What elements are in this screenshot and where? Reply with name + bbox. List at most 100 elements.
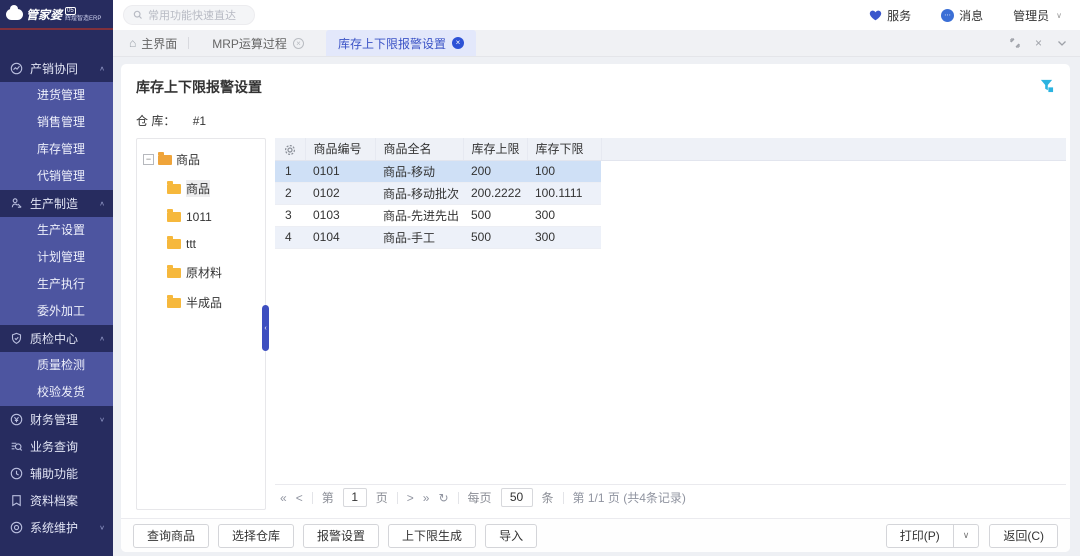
- query-goods-button[interactable]: 查询商品: [133, 524, 209, 548]
- column-header-lower[interactable]: 库存下限: [527, 138, 601, 160]
- table-header-row: 商品编号 商品全名 库存上限 库存下限: [275, 138, 1066, 160]
- sidebar-group-chanxiaoxietong[interactable]: 产销协同 ∧: [0, 55, 113, 82]
- page-number-input[interactable]: 1: [343, 488, 367, 507]
- tree-item-yuancailiao[interactable]: 原材料: [167, 264, 259, 281]
- alarm-settings-button[interactable]: 报警设置: [303, 524, 379, 548]
- chevron-up-icon: ∧: [99, 65, 105, 72]
- close-icon[interactable]: ×: [293, 38, 304, 49]
- import-button[interactable]: 导入: [485, 524, 537, 548]
- sidebar-group-ziliaodangan[interactable]: 资料档案: [0, 487, 113, 514]
- sidebar-item-zhiliangjiance[interactable]: 质量检测: [0, 352, 113, 379]
- sidebar-item-shengchanzhixing[interactable]: 生产执行: [0, 271, 113, 298]
- print-dropdown-button[interactable]: ∨: [953, 524, 980, 548]
- panel-collapse-handle[interactable]: ‹: [262, 305, 269, 351]
- sidebar-group-label: 资料档案: [30, 492, 78, 509]
- pagination-bar: « < 第 1 页 > » ↻ 每页 50: [275, 484, 1066, 510]
- table-row[interactable]: 4 0104 商品-手工 500 300: [275, 226, 1066, 248]
- tree-item-1011[interactable]: 1011: [167, 210, 259, 224]
- finance-icon: [9, 413, 23, 427]
- message-button[interactable]: ⋯ 消息: [941, 7, 983, 24]
- table-row[interactable]: 1 0101 商品-移动 200 100: [275, 160, 1066, 182]
- brand-logo: 管家婆 05 辉煌智造ERP: [0, 0, 113, 30]
- sidebar-item-jiaoyanfahuo[interactable]: 校验发货: [0, 379, 113, 406]
- page-title: 库存上下限报警设置: [136, 77, 262, 97]
- print-button[interactable]: 打印(P): [886, 524, 954, 548]
- sidebar-subgroup: 进货管理 销售管理 库存管理 代销管理: [0, 82, 113, 190]
- sidebar-item-jihuaguanli[interactable]: 计划管理: [0, 244, 113, 271]
- first-page-button[interactable]: «: [280, 491, 287, 505]
- sidebar-group-zhijianzhongxin[interactable]: 质检中心 ∧: [0, 325, 113, 352]
- tree-item-shangpin[interactable]: 商品: [167, 180, 259, 197]
- restore-icon[interactable]: [1010, 38, 1020, 48]
- sidebar-group-fuzhugongneng[interactable]: 辅助功能: [0, 460, 113, 487]
- message-icon: ⋯: [941, 9, 954, 22]
- prev-page-button[interactable]: <: [296, 491, 303, 505]
- per-page-input[interactable]: 50: [501, 488, 533, 507]
- sidebar-item-xiaoshouguanli[interactable]: 销售管理: [0, 109, 113, 136]
- sidebar-item-daixiaoguanli[interactable]: 代销管理: [0, 163, 113, 190]
- gear-icon: [284, 142, 296, 156]
- heart-icon: [869, 9, 882, 22]
- sidebar-group-shengchanzhizao[interactable]: 生产制造 ∧: [0, 190, 113, 217]
- sidebar-group-yewuchaxun[interactable]: 业务查询: [0, 433, 113, 460]
- tree-root-node[interactable]: − 商品: [143, 151, 259, 168]
- sidebar-group-label: 财务管理: [30, 411, 78, 428]
- next-page-button[interactable]: >: [407, 491, 414, 505]
- folder-icon: [167, 239, 181, 249]
- column-header-upper[interactable]: 库存上限: [463, 138, 527, 160]
- tab-mrp[interactable]: MRP运算过程 ×: [200, 30, 316, 56]
- service-button[interactable]: 服务: [869, 7, 911, 24]
- close-icon[interactable]: ×: [452, 37, 464, 49]
- table-row[interactable]: 3 0103 商品-先进先出 500 300: [275, 204, 1066, 226]
- tree-collapse-icon[interactable]: −: [143, 154, 154, 165]
- sidebar-item-weiwaijiagong[interactable]: 委外加工: [0, 298, 113, 325]
- sidebar-subgroup: 质量检测 校验发货: [0, 352, 113, 406]
- content-area: 库存上下限报警设置 仓 库： #1 − 商品: [113, 57, 1080, 556]
- brand-name: 管家婆: [26, 6, 62, 23]
- generate-limits-button[interactable]: 上下限生成: [388, 524, 476, 548]
- tab-separator: [188, 37, 189, 49]
- quick-search-input[interactable]: 常用功能快速直达: [123, 5, 255, 25]
- archive-icon: [9, 494, 23, 508]
- select-warehouse-button[interactable]: 选择仓库: [218, 524, 294, 548]
- chevron-left-icon: ‹: [264, 325, 266, 332]
- chevron-down-icon: ∨: [1056, 11, 1062, 20]
- sidebar-group-label: 质检中心: [30, 330, 78, 347]
- warehouse-value: #1: [193, 114, 206, 128]
- sidebar-item-jinhuoguanli[interactable]: 进货管理: [0, 82, 113, 109]
- table-row[interactable]: 2 0102 商品-移动批次 200.2222 100.1111: [275, 182, 1066, 204]
- chevron-down-icon[interactable]: [1057, 38, 1067, 48]
- version-badge: 05: [65, 7, 76, 15]
- header-filler: [601, 138, 1066, 160]
- tree-item-ttt[interactable]: ttt: [167, 237, 259, 251]
- filter-funnel-icon[interactable]: [1039, 78, 1054, 96]
- sidebar-group-label: 辅助功能: [30, 465, 78, 482]
- sidebar-item-shengchanshezhi[interactable]: 生产设置: [0, 217, 113, 244]
- column-settings-button[interactable]: [275, 138, 305, 160]
- chevron-up-icon: ∧: [99, 335, 105, 342]
- column-header-name[interactable]: 商品全名: [375, 138, 463, 160]
- worker-icon: [9, 197, 23, 211]
- sidebar-nav: 产销协同 ∧ 进货管理 销售管理 库存管理 代销管理 生产制造 ∧ 生产设置 计…: [0, 30, 113, 541]
- folder-icon: [167, 298, 181, 308]
- back-button[interactable]: 返回(C): [989, 524, 1058, 548]
- column-header-code[interactable]: 商品编号: [305, 138, 375, 160]
- sidebar-group-caiwuguanli[interactable]: 财务管理 ∨: [0, 406, 113, 433]
- sidebar-group-label: 业务查询: [30, 438, 78, 455]
- per-page-unit: 条: [542, 489, 554, 506]
- refresh-icon[interactable]: ↻: [438, 491, 448, 505]
- user-menu[interactable]: 管理员 ∨: [1013, 7, 1062, 24]
- sidebar-group-xitongweihu[interactable]: 系统维护 ∨: [0, 514, 113, 541]
- chevron-down-icon: ∨: [99, 524, 105, 531]
- sidebar-item-kucunguanli[interactable]: 库存管理: [0, 136, 113, 163]
- page-card: 库存上下限报警设置 仓 库： #1 − 商品: [121, 64, 1070, 552]
- last-page-button[interactable]: »: [423, 491, 430, 505]
- chevron-up-icon: ∧: [99, 200, 105, 207]
- category-tree: − 商品 商品 1011: [136, 138, 266, 510]
- search-doc-icon: [9, 440, 23, 454]
- tree-item-banchengpin[interactable]: 半成品: [167, 294, 259, 311]
- sidebar-group-label: 产销协同: [30, 60, 78, 77]
- tab-inventory-alarm[interactable]: 库存上下限报警设置 ×: [326, 30, 476, 56]
- close-window-icon[interactable]: ×: [1035, 36, 1042, 50]
- tab-home[interactable]: ⌂ 主界面: [129, 30, 177, 56]
